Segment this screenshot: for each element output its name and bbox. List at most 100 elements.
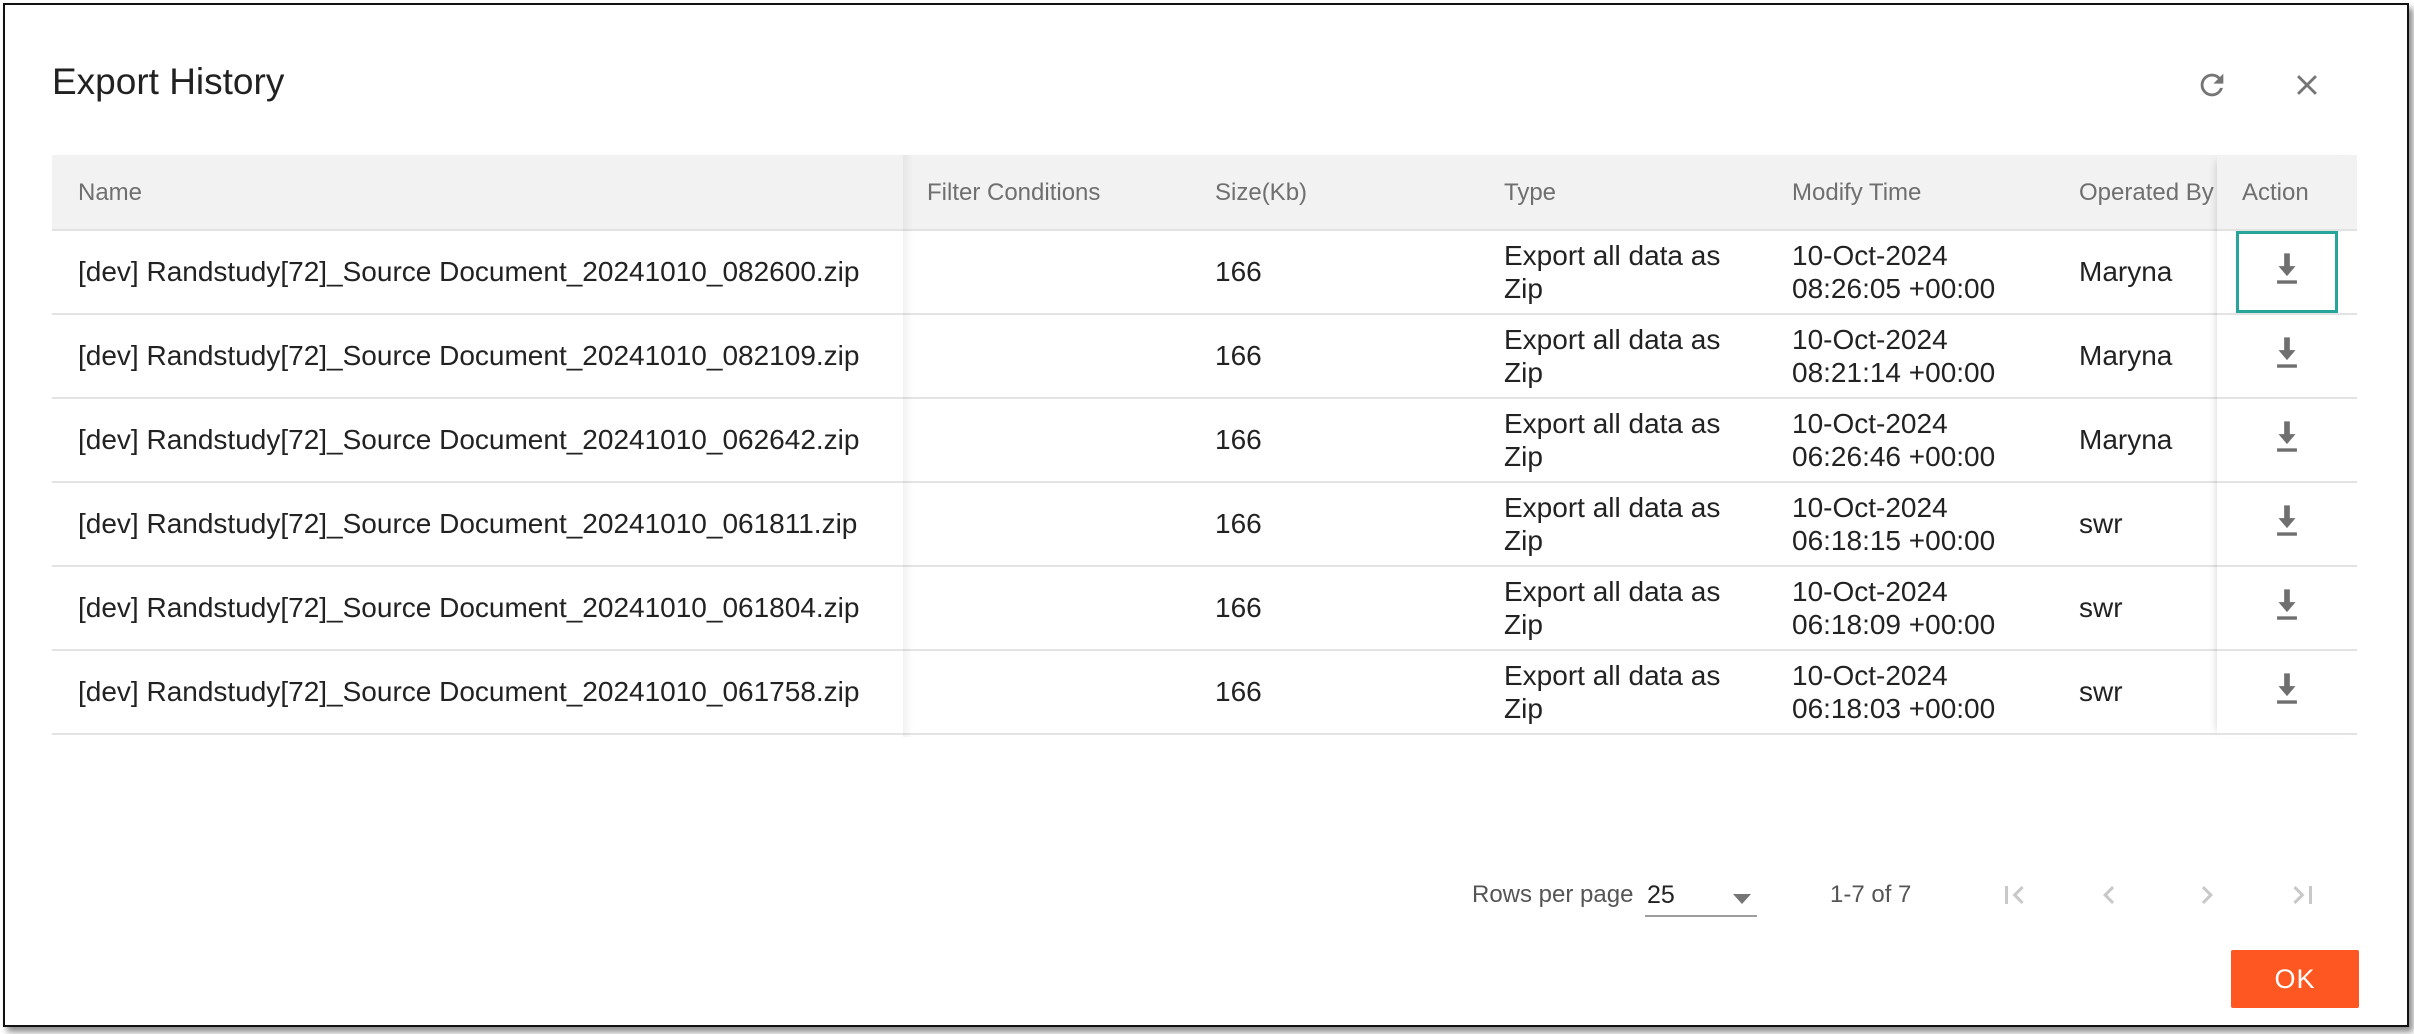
column-header-filter-conditions[interactable]: Filter Conditions [927,155,1207,231]
export-type-line2: Zip [1504,357,1543,388]
action-cell [2217,651,2357,733]
export-type-line1: Export all data as [1504,408,1721,439]
modify-date: 10-Oct-2024 [1792,240,1948,271]
download-button[interactable] [2239,570,2335,646]
filter-conditions [927,231,1207,313]
download-button[interactable] [2239,486,2335,562]
next-page-button[interactable] [2177,867,2237,927]
export-type-line1: Export all data as [1504,324,1721,355]
filter-conditions [927,651,1207,733]
modify-date: 10-Oct-2024 [1792,408,1948,439]
chevron-left-icon [2091,877,2127,918]
export-type: Export all data as Zip [1504,567,1764,649]
export-type: Export all data as Zip [1504,231,1764,313]
table-row[interactable]: [dev] Randstudy[72]_Source Document_2024… [52,315,2357,399]
file-name: [dev] Randstudy[72]_Source Document_2024… [78,424,860,455]
export-type-line2: Zip [1504,693,1543,724]
modify-time: 10-Oct-2024 06:18:09 +00:00 [1792,567,2052,649]
column-header-size[interactable]: Size(Kb) [1215,155,1465,231]
last-page-icon [2285,877,2321,918]
filter-conditions [927,399,1207,481]
table-row[interactable]: [dev] Randstudy[72]_Source Document_2024… [52,483,2357,567]
export-type-line1: Export all data as [1504,240,1721,271]
file-name: [dev] Randstudy[72]_Source Document_2024… [78,676,860,707]
modify-time: 10-Oct-2024 08:26:05 +00:00 [1792,231,2052,313]
file-name: [dev] Randstudy[72]_Source Document_2024… [78,508,858,539]
export-type-line1: Export all data as [1504,660,1721,691]
column-header-type[interactable]: Type [1504,155,1764,231]
modify-date: 10-Oct-2024 [1792,324,1948,355]
action-cell [2217,315,2357,397]
file-size: 166 [1215,676,1262,707]
close-icon [2290,68,2324,107]
modify-clock: 06:18:15 +00:00 [1792,525,1996,556]
action-cell [2217,567,2357,649]
table-row[interactable]: [dev] Randstudy[72]_Source Document_2024… [52,231,2357,315]
download-icon [2270,586,2304,631]
modify-clock: 08:21:14 +00:00 [1792,357,1996,388]
table-header: Name Filter Conditions Size(Kb) Type Mod… [52,155,2357,231]
dialog-title: Export History [52,61,285,102]
download-icon [2270,250,2304,295]
download-button[interactable] [2239,654,2335,730]
rows-per-page-label: Rows per page [1472,881,1634,908]
rows-per-page-select[interactable]: 25 [1645,873,1757,917]
file-size: 166 [1215,508,1262,539]
table-row[interactable]: [dev] Randstudy[72]_Source Document_2024… [52,567,2357,651]
last-page-button[interactable] [2273,867,2333,927]
first-page-icon [1996,877,2032,918]
export-type: Export all data as Zip [1504,315,1764,397]
operated-by: swr [2079,676,2123,707]
chevron-right-icon [2189,877,2225,918]
export-type: Export all data as Zip [1504,399,1764,481]
download-icon [2270,502,2304,547]
download-button[interactable] [2236,231,2338,313]
modify-time: 10-Oct-2024 08:21:14 +00:00 [1792,315,2052,397]
modify-date: 10-Oct-2024 [1792,660,1948,691]
ok-button[interactable]: OK [2231,950,2359,1008]
export-type-line1: Export all data as [1504,492,1721,523]
export-type-line2: Zip [1504,525,1543,556]
filter-conditions [927,567,1207,649]
column-header-operated-by[interactable]: Operated By [2079,155,2219,231]
table-body: [dev] Randstudy[72]_Source Document_2024… [52,231,2357,735]
caret-down-icon [1733,891,1751,909]
export-type: Export all data as Zip [1504,651,1764,733]
previous-page-button[interactable] [2079,867,2139,927]
close-button[interactable] [2277,57,2337,117]
modify-date: 10-Oct-2024 [1792,492,1948,523]
export-type-line1: Export all data as [1504,576,1721,607]
modify-clock: 06:26:46 +00:00 [1792,441,1996,472]
column-header-modify-time[interactable]: Modify Time [1792,155,2052,231]
export-history-table: Name Filter Conditions Size(Kb) Type Mod… [52,155,2357,737]
modify-clock: 08:26:05 +00:00 [1792,273,1996,304]
table-row[interactable]: [dev] Randstudy[72]_Source Document_2024… [52,651,2357,735]
action-cell [2217,483,2357,565]
operated-by: Maryna [2079,256,2173,287]
download-icon [2270,334,2304,379]
operated-by: swr [2079,592,2123,623]
first-page-button[interactable] [1984,867,2044,927]
column-header-name[interactable]: Name [78,155,898,231]
download-icon [2270,670,2304,715]
filter-conditions [927,483,1207,565]
file-name: [dev] Randstudy[72]_Source Document_2024… [78,256,860,287]
export-type-line2: Zip [1504,441,1543,472]
download-button[interactable] [2239,318,2335,394]
modify-time: 10-Oct-2024 06:26:46 +00:00 [1792,399,2052,481]
table-row[interactable]: [dev] Randstudy[72]_Source Document_2024… [52,399,2357,483]
file-size: 166 [1215,256,1262,287]
rows-per-page-value: 25 [1647,881,1675,909]
modify-time: 10-Oct-2024 06:18:15 +00:00 [1792,483,2052,565]
modify-date: 10-Oct-2024 [1792,576,1948,607]
action-cell [2217,231,2357,313]
download-button[interactable] [2239,402,2335,478]
file-name: [dev] Randstudy[72]_Source Document_2024… [78,592,860,623]
export-history-dialog: Export History Name Filter Conditions Si… [3,3,2409,1027]
refresh-icon [2195,68,2229,107]
file-name: [dev] Randstudy[72]_Source Document_2024… [78,340,860,371]
operated-by: Maryna [2079,424,2173,455]
export-type-line2: Zip [1504,609,1543,640]
refresh-button[interactable] [2182,57,2242,117]
modify-time: 10-Oct-2024 06:18:03 +00:00 [1792,651,2052,733]
